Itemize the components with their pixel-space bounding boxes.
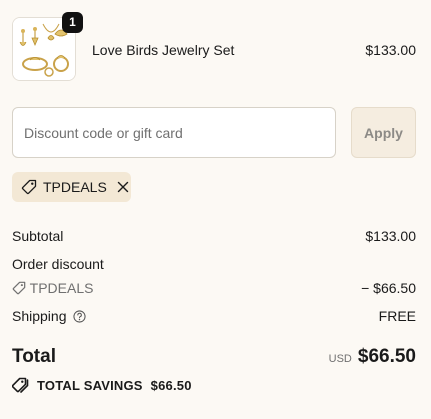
savings-label: TOTAL SAVINGS bbox=[37, 377, 143, 393]
shipping-row: Shipping FREE bbox=[12, 308, 416, 326]
tags-icon bbox=[12, 377, 29, 393]
question-circle-icon[interactable] bbox=[73, 310, 86, 326]
tag-icon bbox=[12, 281, 26, 298]
subtotal-label: Subtotal bbox=[12, 228, 64, 244]
product-line-item: 1 Love Birds Jewelry Set $133.00 bbox=[12, 12, 416, 81]
currency-code: USD bbox=[328, 353, 352, 365]
shipping-value: FREE bbox=[378, 308, 416, 324]
total-amount: USD $66.50 bbox=[329, 346, 416, 368]
discount-code-input[interactable] bbox=[12, 107, 336, 158]
shipping-label: Shipping bbox=[12, 308, 67, 324]
close-icon[interactable] bbox=[117, 181, 129, 193]
apply-button[interactable]: Apply bbox=[351, 107, 416, 158]
total-savings: TOTAL SAVINGS $66.50 bbox=[12, 377, 192, 393]
applied-discount-chip: TPDEALS bbox=[12, 172, 131, 202]
total-value: $66.50 bbox=[357, 346, 416, 367]
subtotal-row: Subtotal $133.00 bbox=[12, 228, 416, 244]
discount-code-text: TPDEALS bbox=[29, 280, 94, 296]
total-label: Total bbox=[12, 346, 56, 367]
discount-code-row: TPDEALS − $66.50 bbox=[12, 280, 416, 298]
tag-icon bbox=[21, 179, 37, 195]
order-summary: 1 Love Birds Jewelry Set $133.00 Apply T… bbox=[0, 0, 431, 419]
quantity-badge: 1 bbox=[62, 12, 83, 33]
discount-amount: − $66.50 bbox=[361, 280, 416, 296]
order-discount-label: Order discount bbox=[12, 256, 104, 272]
applied-code-label: TPDEALS bbox=[43, 179, 107, 195]
savings-value: $66.50 bbox=[150, 377, 192, 393]
subtotal-value: $133.00 bbox=[365, 228, 416, 244]
order-discount-row: Order discount bbox=[12, 256, 416, 272]
product-name: Love Birds Jewelry Set bbox=[92, 42, 235, 58]
product-price: $133.00 bbox=[365, 42, 416, 58]
